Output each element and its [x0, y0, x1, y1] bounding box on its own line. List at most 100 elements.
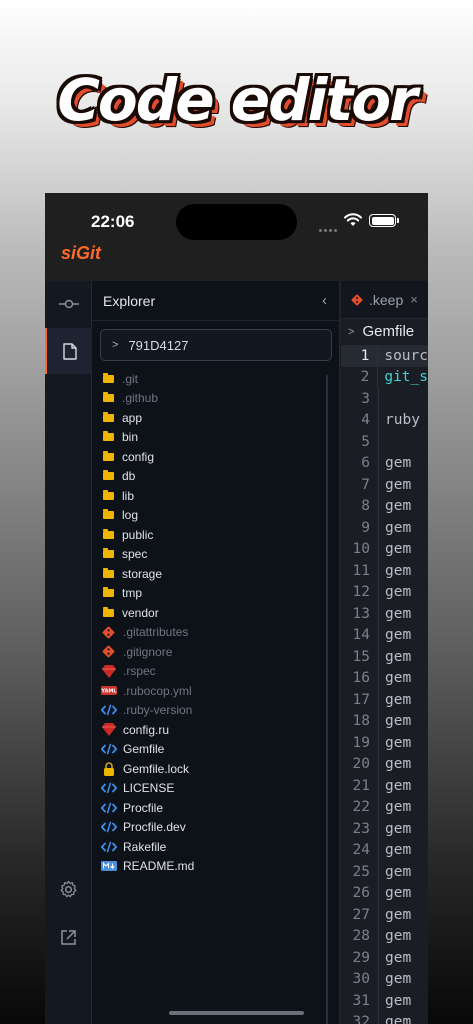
folder-icon: [100, 547, 116, 561]
settings-button[interactable]: [45, 866, 92, 912]
folder-item[interactable]: bin: [100, 428, 326, 448]
git-icon: [100, 625, 117, 639]
code-line[interactable]: 9 gem: [341, 517, 428, 539]
code-line[interactable]: 6 gem: [341, 452, 428, 474]
yaml-icon: YAML: [100, 684, 117, 698]
file-item[interactable]: Gemfile: [100, 740, 326, 760]
gear-icon: [60, 880, 77, 897]
line-number: 9: [341, 517, 379, 539]
line-text: git_s: [384, 369, 428, 386]
chevron-left-icon[interactable]: ‹: [322, 292, 327, 309]
line-text: sourc: [384, 347, 428, 364]
markdown-icon: [100, 859, 117, 873]
code-line[interactable]: 19 gem: [341, 732, 428, 754]
app-title: siGit: [61, 243, 102, 263]
code-line[interactable]: 30 gem: [341, 968, 428, 990]
code-line[interactable]: 23 gem: [341, 818, 428, 840]
code-area[interactable]: 1 sourc 2 git_s 3 4 ruby 5 6 gem 7 gem 8 gem 9 gem 10 gem…: [341, 345, 428, 1024]
code-line[interactable]: 31 gem: [341, 990, 428, 1012]
folder-item[interactable]: db: [100, 467, 326, 487]
code-file-icon: [100, 820, 117, 834]
code-line[interactable]: 28 gem: [341, 925, 428, 947]
folder-item[interactable]: tmp: [100, 584, 326, 604]
folder-item[interactable]: public: [100, 525, 326, 545]
explorer-button[interactable]: [45, 328, 92, 374]
code-line[interactable]: 11 gem: [341, 560, 428, 582]
line-text: gem: [385, 820, 412, 837]
source-control-icon: [58, 299, 79, 309]
code-line[interactable]: 8 gem: [341, 495, 428, 517]
tree-item-label: db: [122, 469, 136, 484]
code-line[interactable]: 24 gem: [341, 839, 428, 861]
folder-item[interactable]: .git: [100, 369, 326, 389]
file-item[interactable]: .rspec: [100, 662, 326, 682]
line-text: gem: [385, 562, 412, 579]
line-number: 14: [341, 624, 379, 646]
code-line[interactable]: 3: [341, 388, 428, 410]
tree-item-label: tmp: [122, 586, 143, 601]
folder-item[interactable]: storage: [100, 564, 326, 584]
code-line[interactable]: 22 gem: [341, 796, 428, 818]
breadcrumb[interactable]: > Gemfile: [341, 319, 428, 344]
file-item[interactable]: Gemfile.lock: [100, 759, 326, 779]
file-item[interactable]: .gitignore: [100, 642, 326, 662]
code-line[interactable]: 27 gem: [341, 904, 428, 926]
editor-tab-label[interactable]: .keep: [369, 292, 403, 308]
line-number: 18: [341, 710, 379, 732]
folder-item[interactable]: app: [100, 408, 326, 428]
code-line[interactable]: 4 ruby: [341, 409, 428, 431]
code-line[interactable]: 1 sourc: [341, 345, 428, 367]
file-item[interactable]: LICENSE: [100, 779, 326, 799]
dynamic-island: [176, 204, 297, 240]
code-line[interactable]: 25 gem: [341, 861, 428, 883]
open-external-button[interactable]: [45, 914, 92, 960]
code-line[interactable]: 7 gem: [341, 474, 428, 496]
line-number: 5: [341, 431, 379, 453]
folder-item[interactable]: spec: [100, 545, 326, 565]
folder-item[interactable]: .github: [100, 389, 326, 409]
explorer-scrollbar[interactable]: [326, 375, 328, 1024]
code-line[interactable]: 26 gem: [341, 882, 428, 904]
branch-label: 791D4127: [128, 337, 189, 353]
folder-item[interactable]: log: [100, 506, 326, 526]
close-icon[interactable]: ×: [410, 292, 418, 307]
code-line[interactable]: 10 gem: [341, 538, 428, 560]
file-item[interactable]: YAML .rubocop.yml: [100, 681, 326, 701]
code-line[interactable]: 14 gem: [341, 624, 428, 646]
tree-item-label: public: [122, 527, 154, 542]
folder-icon: [100, 391, 116, 405]
source-control-button[interactable]: [45, 281, 92, 327]
folder-item[interactable]: config: [100, 447, 326, 467]
code-line[interactable]: 21 gem: [341, 775, 428, 797]
file-item[interactable]: Procfile.dev: [100, 818, 326, 838]
line-number: 23: [341, 818, 379, 840]
code-line[interactable]: 5: [341, 431, 428, 453]
line-text: gem: [385, 992, 412, 1009]
tree-item-label: Gemfile: [123, 742, 165, 757]
line-text: gem: [385, 648, 412, 665]
branch-selector[interactable]: > 791D4127: [100, 329, 332, 361]
code-line[interactable]: 18 gem: [341, 710, 428, 732]
file-item[interactable]: README.md: [100, 857, 326, 877]
file-item[interactable]: .gitattributes: [100, 623, 326, 643]
line-text: gem: [385, 799, 412, 816]
file-item[interactable]: Procfile: [100, 798, 326, 818]
code-line[interactable]: 13 gem: [341, 603, 428, 625]
tree-item-label: Rakefile: [123, 839, 167, 854]
code-line[interactable]: 29 gem: [341, 947, 428, 969]
code-line[interactable]: 12 gem: [341, 581, 428, 603]
code-line[interactable]: 20 gem: [341, 753, 428, 775]
folder-item[interactable]: lib: [100, 486, 326, 506]
file-item[interactable]: config.ru: [100, 720, 326, 740]
line-number: 3: [341, 388, 379, 410]
file-item[interactable]: Rakefile: [100, 837, 326, 857]
code-line[interactable]: 32 gem: [341, 1011, 428, 1024]
code-line[interactable]: 17 gem: [341, 689, 428, 711]
folder-icon: [100, 606, 116, 620]
folder-item[interactable]: vendor: [100, 603, 326, 623]
code-line[interactable]: 2 git_s: [341, 366, 428, 388]
file-item[interactable]: .ruby-version: [100, 701, 326, 721]
code-line[interactable]: 15 gem: [341, 646, 428, 668]
line-text: gem: [385, 627, 412, 644]
code-line[interactable]: 16 gem: [341, 667, 428, 689]
